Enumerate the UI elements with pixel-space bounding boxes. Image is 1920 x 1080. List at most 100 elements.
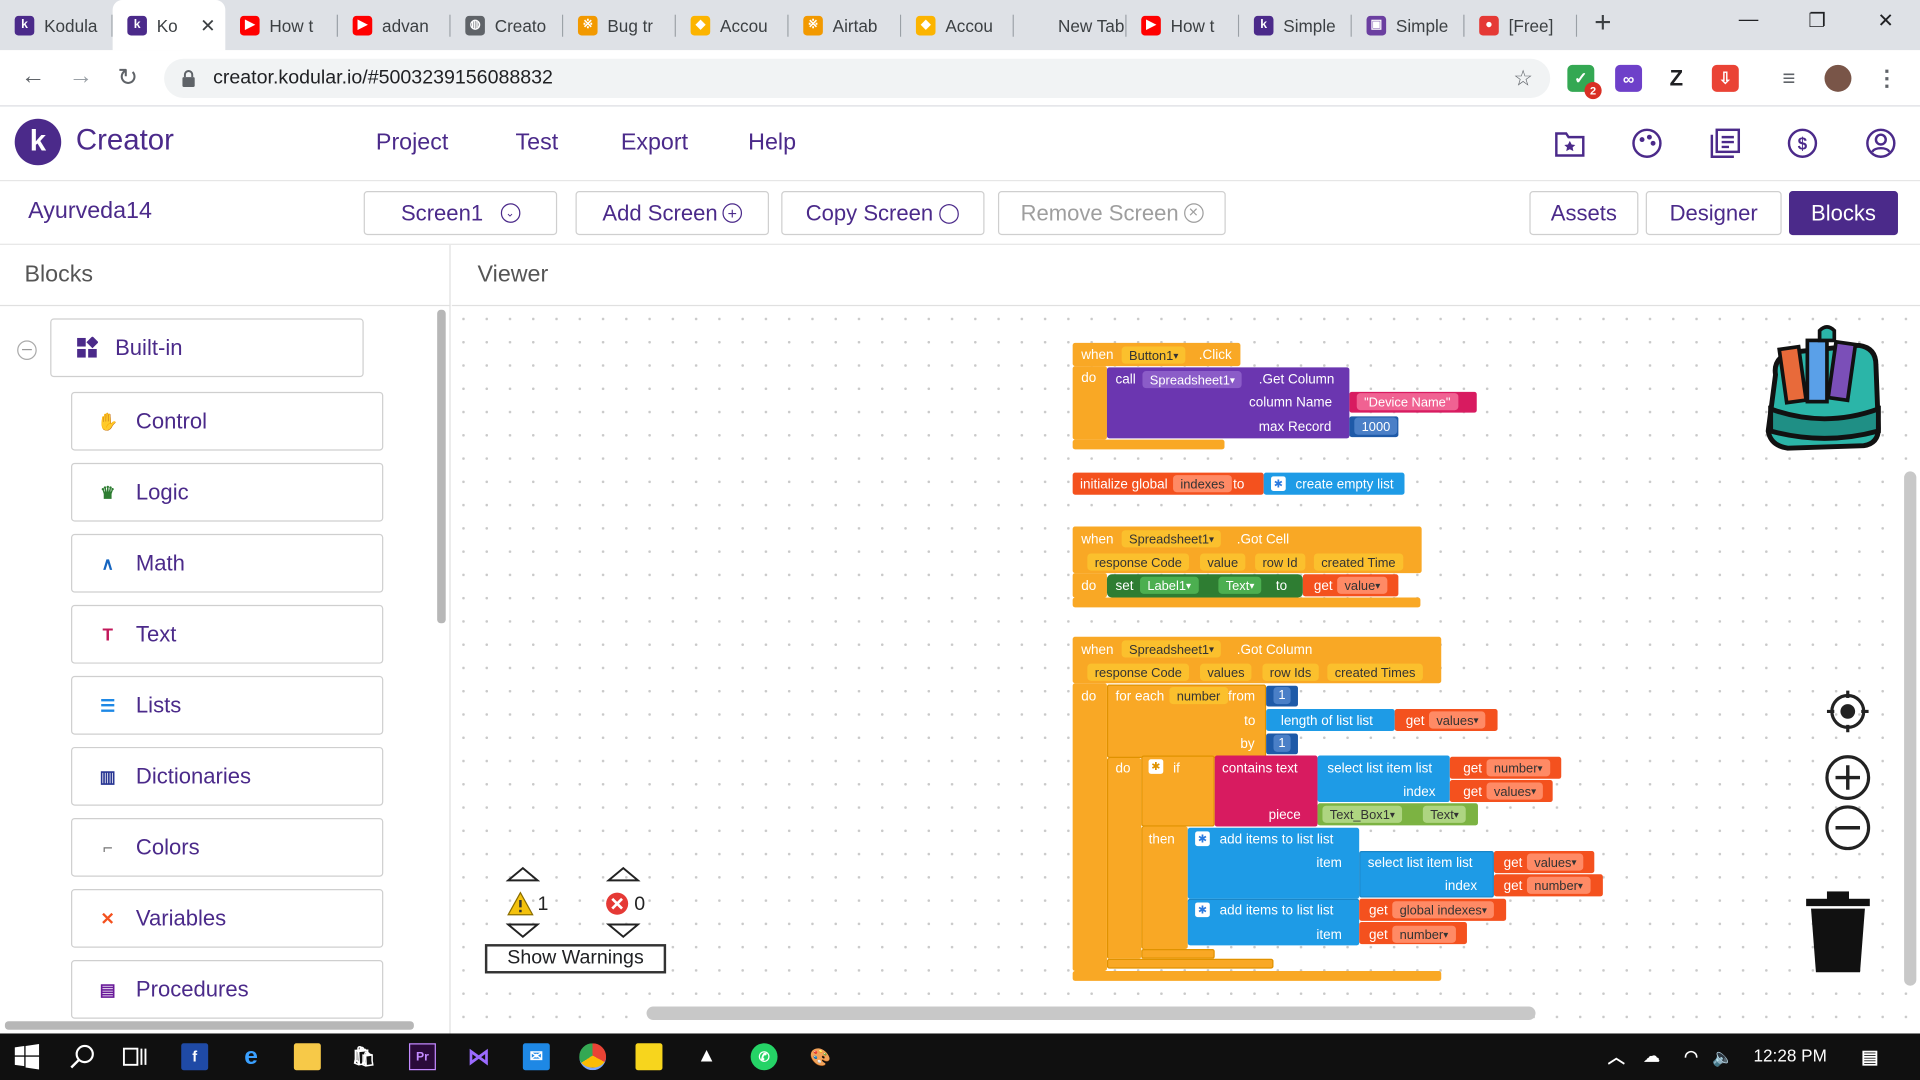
- category-lists[interactable]: ☰ Lists: [71, 675, 384, 735]
- kodular-logo[interactable]: k: [14, 118, 62, 166]
- tab-close-icon[interactable]: ✕: [200, 14, 215, 36]
- browser-tab[interactable]: k Simple: [1239, 0, 1352, 50]
- browser-tab[interactable]: ▣ Simple: [1352, 0, 1465, 50]
- mutator-gear-icon[interactable]: ✱: [1271, 476, 1286, 492]
- browser-tab[interactable]: k Ko ✕: [112, 0, 226, 51]
- tray-chevron-icon[interactable]: ︿: [1603, 1043, 1630, 1070]
- back-icon[interactable]: ←: [21, 62, 45, 90]
- media-control-icon[interactable]: ≡: [1776, 65, 1803, 92]
- browser-tab[interactable]: ◍ Creato: [451, 0, 564, 50]
- premiere-icon[interactable]: Pr: [408, 1043, 436, 1071]
- paint-icon[interactable]: 🎨: [807, 1043, 834, 1070]
- builtin-tree-node[interactable]: Built-in: [50, 318, 364, 378]
- browser-tab[interactable]: ※ Airtab: [789, 0, 902, 50]
- param-created-times[interactable]: created Times: [1327, 663, 1423, 681]
- browser-tab[interactable]: ● [Free]: [1465, 0, 1578, 50]
- photos-icon[interactable]: ▲: [693, 1043, 720, 1070]
- account-icon[interactable]: [1864, 126, 1898, 160]
- param-created-time[interactable]: created Time: [1313, 553, 1403, 571]
- zoom-out-icon[interactable]: [1823, 803, 1872, 852]
- volume-icon[interactable]: 🔈: [1709, 1043, 1736, 1070]
- get-values-dropdown[interactable]: values: [1486, 782, 1544, 800]
- workspace-vertical-scrollbar[interactable]: [1904, 471, 1917, 986]
- max-record-number[interactable]: 1000: [1354, 417, 1398, 435]
- warning-prev-icon[interactable]: [505, 866, 541, 883]
- menu-export[interactable]: Export: [621, 130, 688, 157]
- browser-tab[interactable]: ▶ How t: [225, 0, 338, 50]
- component-dropdown[interactable]: Spreadsheet1: [1121, 640, 1222, 658]
- omnibox[interactable]: creator.kodular.io/#5003239156088832 ☆: [164, 58, 1551, 98]
- if-mutator-gear-icon[interactable]: ✱: [1148, 759, 1164, 774]
- chrome-icon[interactable]: [579, 1043, 607, 1071]
- copy-screen-button[interactable]: Copy Screen ◯: [781, 191, 985, 236]
- library-icon[interactable]: [1708, 126, 1742, 160]
- folder-star-icon[interactable]: [1553, 126, 1587, 160]
- add-screen-button[interactable]: Add Screen +: [575, 191, 769, 236]
- error-next-icon[interactable]: [606, 922, 641, 939]
- close-window-icon[interactable]: ✕: [1851, 0, 1920, 42]
- component-dropdown[interactable]: Button1: [1121, 346, 1186, 364]
- menu-test[interactable]: Test: [516, 130, 559, 157]
- task-view-icon[interactable]: [121, 1043, 148, 1070]
- category-variables[interactable]: ✕ Variables: [71, 888, 384, 948]
- param-response-code[interactable]: response Code: [1087, 553, 1190, 571]
- category-text[interactable]: T Text: [71, 604, 384, 664]
- extension-download-icon[interactable]: ⇩: [1711, 64, 1739, 92]
- windows-start-icon[interactable]: [13, 1043, 40, 1070]
- column-value-string[interactable]: Device Name: [1356, 393, 1458, 411]
- category-procedures[interactable]: ▤ Procedures: [71, 960, 384, 1019]
- bookmark-star-icon[interactable]: ☆: [1513, 66, 1533, 92]
- palette-vertical-scrollbar[interactable]: [437, 309, 446, 624]
- param-row-ids[interactable]: row Ids: [1262, 663, 1319, 681]
- loop-variable[interactable]: number: [1169, 686, 1228, 705]
- spreadsheet-dropdown[interactable]: Spreadsheet1: [1142, 371, 1243, 389]
- profile-avatar[interactable]: [1824, 64, 1852, 92]
- component-dropdown[interactable]: Spreadsheet1: [1121, 530, 1222, 548]
- get-number-dropdown[interactable]: number: [1392, 925, 1456, 943]
- browser-tab[interactable]: ※ Bug tr: [563, 0, 676, 50]
- search-icon[interactable]: [69, 1043, 96, 1070]
- param-values[interactable]: values: [1200, 663, 1252, 681]
- collapse-icon[interactable]: [17, 340, 37, 361]
- palette-icon[interactable]: [1630, 126, 1664, 160]
- facebook-app-icon[interactable]: f: [181, 1043, 209, 1071]
- sticky-notes-icon[interactable]: [635, 1043, 663, 1071]
- browser-tab[interactable]: ◆ Accou: [901, 0, 1014, 50]
- restore-icon[interactable]: ❐: [1783, 0, 1852, 42]
- edge-icon[interactable]: e: [238, 1043, 265, 1070]
- remove-screen-button[interactable]: Remove Screen ✕: [997, 191, 1226, 236]
- browser-tab[interactable]: ▶ How t: [1127, 0, 1240, 50]
- list-mutator-gear-icon[interactable]: ✱: [1195, 902, 1210, 918]
- file-explorer-icon[interactable]: [293, 1043, 321, 1071]
- error-prev-icon[interactable]: [606, 866, 641, 883]
- get-values-dropdown[interactable]: values: [1428, 711, 1486, 729]
- get-number-dropdown[interactable]: number: [1486, 759, 1550, 777]
- param-value[interactable]: value: [1200, 553, 1246, 571]
- browser-tab[interactable]: New Tab: [1014, 0, 1127, 50]
- get-value-dropdown[interactable]: value: [1337, 576, 1388, 594]
- category-dictionaries[interactable]: ▥ Dictionaries: [71, 746, 384, 806]
- browser-tab[interactable]: ◆ Accou: [676, 0, 789, 50]
- param-row-id[interactable]: row Id: [1255, 553, 1305, 571]
- list-mutator-gear-icon[interactable]: ✱: [1195, 831, 1210, 847]
- from-number[interactable]: 1: [1273, 686, 1291, 705]
- browser-tab[interactable]: ▶ advan: [338, 0, 451, 50]
- extension-z-icon[interactable]: Z: [1663, 65, 1690, 92]
- text-property-dropdown[interactable]: Text: [1422, 805, 1467, 823]
- recenter-icon[interactable]: [1825, 688, 1872, 735]
- category-math[interactable]: ∧ Math: [71, 533, 384, 593]
- more-menu-icon[interactable]: ⋮: [1873, 65, 1900, 92]
- minimize-icon[interactable]: —: [1714, 0, 1783, 42]
- new-tab-icon[interactable]: +: [1594, 6, 1611, 40]
- menu-project[interactable]: Project: [376, 130, 448, 157]
- dollar-icon[interactable]: $: [1785, 126, 1819, 160]
- extension-vpn-icon[interactable]: ∞: [1615, 64, 1643, 92]
- zoom-in-icon[interactable]: [1823, 753, 1872, 802]
- forward-icon[interactable]: →: [69, 62, 93, 90]
- warning-next-icon[interactable]: [505, 922, 541, 939]
- workspace-horizontal-scrollbar[interactable]: [646, 1006, 1536, 1021]
- variable-name[interactable]: indexes: [1173, 475, 1233, 493]
- network-off-icon[interactable]: ☁: [1638, 1043, 1665, 1070]
- browser-tab[interactable]: k Kodula: [0, 0, 113, 50]
- get-number-dropdown[interactable]: number: [1526, 876, 1591, 894]
